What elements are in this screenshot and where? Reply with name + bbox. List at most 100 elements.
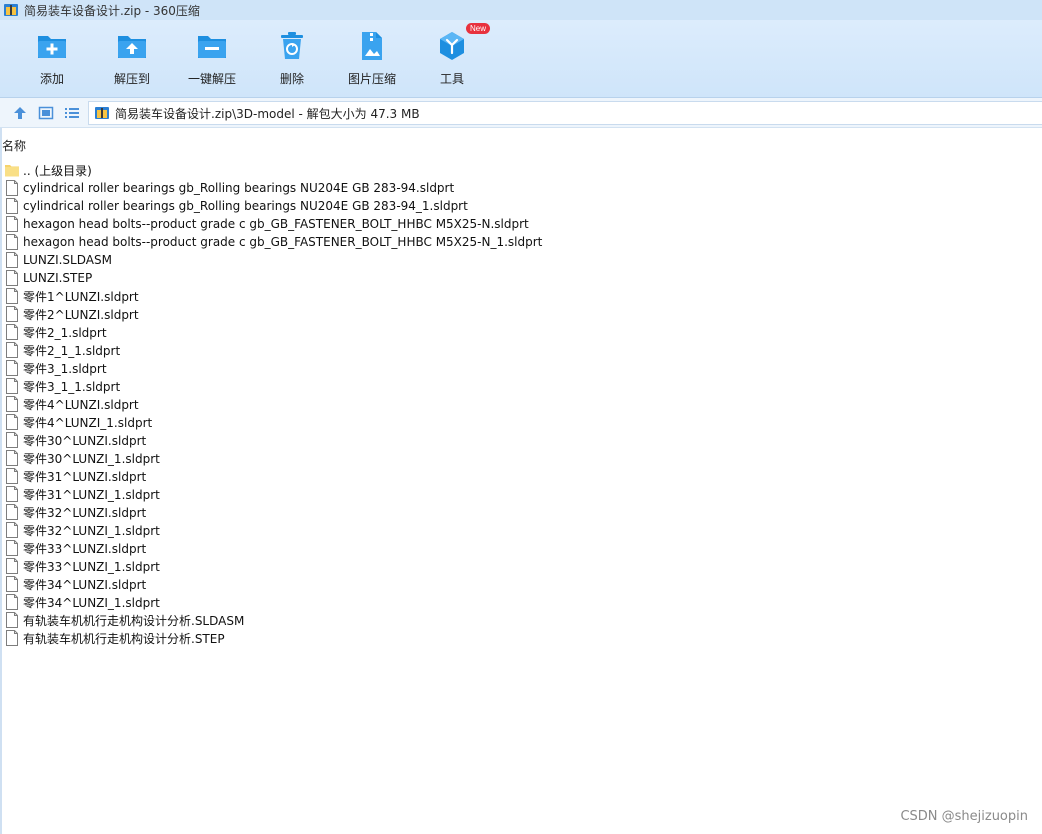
file-item[interactable]: 零件1^LUNZI.sldprt <box>5 287 1035 305</box>
file-item[interactable]: 零件4^LUNZI.sldprt <box>5 395 1035 413</box>
delete-icon <box>281 32 303 59</box>
file-item[interactable]: 零件32^LUNZI_1.sldprt <box>5 521 1035 539</box>
file-name: 零件3_1.sldprt <box>23 361 107 376</box>
watermark: CSDN @shejizuopin <box>900 809 1028 824</box>
delete-button-label: 删除 <box>279 72 304 86</box>
file-item[interactable]: 零件30^LUNZI_1.sldprt <box>5 449 1035 467</box>
file-icon <box>6 450 18 466</box>
file-item[interactable]: 零件30^LUNZI.sldprt <box>5 431 1035 449</box>
file-name: LUNZI.STEP <box>23 271 93 285</box>
file-item[interactable]: 零件4^LUNZI_1.sldprt <box>5 413 1035 431</box>
file-item[interactable]: cylindrical roller bearings gb_Rolling b… <box>5 179 1035 197</box>
file-item[interactable]: LUNZI.STEP <box>5 269 1035 287</box>
file-icon <box>6 288 18 304</box>
file-icon <box>6 234 18 250</box>
file-name: 零件2_1_1.sldprt <box>23 343 121 358</box>
file-name: 零件31^LUNZI_1.sldprt <box>23 487 160 502</box>
file-item[interactable]: 零件31^LUNZI.sldprt <box>5 467 1035 485</box>
file-name: 零件4^LUNZI.sldprt <box>23 397 139 412</box>
file-name: 零件30^LUNZI_1.sldprt <box>23 451 160 466</box>
file-icon <box>6 198 18 214</box>
file-icon <box>6 612 18 628</box>
file-name: 零件3_1_1.sldprt <box>23 379 121 394</box>
file-item[interactable]: 零件2_1_1.sldprt <box>5 341 1035 359</box>
new-badge: New <box>466 23 491 34</box>
file-item[interactable]: 零件34^LUNZI.sldprt <box>5 575 1035 593</box>
image-compress-button[interactable]: 图片压缩 <box>332 30 412 87</box>
file-name: 零件31^LUNZI.sldprt <box>23 469 147 484</box>
file-item[interactable]: LUNZI.SLDASM <box>5 251 1035 269</box>
file-icon <box>6 252 18 268</box>
file-name: 零件1^LUNZI.sldprt <box>23 289 139 304</box>
file-icon <box>6 378 18 394</box>
parent-folder-item[interactable]: .. (上级目录) <box>5 161 1035 179</box>
image-compress-icon <box>362 32 382 60</box>
extract-to-button[interactable]: 解压到 <box>92 30 172 87</box>
up-arrow-icon[interactable] <box>12 105 28 121</box>
file-list: .. (上级目录) cylindrical roller bearings gb_… <box>5 161 1035 647</box>
thumbnail-view-icon[interactable] <box>38 105 54 121</box>
image-compress-button-label: 图片压缩 <box>347 72 396 86</box>
one-click-extract-button[interactable]: 一键解压 <box>172 30 252 87</box>
add-button[interactable]: 添加 <box>12 30 92 87</box>
file-item[interactable]: 零件32^LUNZI.sldprt <box>5 503 1035 521</box>
file-item[interactable]: 零件33^LUNZI_1.sldprt <box>5 557 1035 575</box>
file-icon <box>6 324 18 340</box>
file-name: 零件33^LUNZI_1.sldprt <box>23 559 160 574</box>
file-item[interactable]: 有轨装车机机行走机构设计分析.STEP <box>5 629 1035 647</box>
file-item[interactable]: hexagon head bolts--product grade c gb_G… <box>5 215 1035 233</box>
archive-app-icon <box>4 4 18 16</box>
one-click-extract-button-label: 一键解压 <box>187 72 236 86</box>
file-item[interactable]: 零件34^LUNZI_1.sldprt <box>5 593 1035 611</box>
file-icon <box>6 468 18 484</box>
delete-button[interactable]: 删除 <box>252 30 332 87</box>
add-button-label: 添加 <box>39 72 64 86</box>
title-bar: 简易装车设备设计.zip - 360压缩 <box>0 0 1042 20</box>
tools-icon <box>440 32 464 60</box>
file-name: 零件34^LUNZI.sldprt <box>23 577 147 592</box>
file-icon <box>6 594 18 610</box>
file-name: LUNZI.SLDASM <box>23 253 112 267</box>
file-name: 零件32^LUNZI.sldprt <box>23 505 147 520</box>
file-item[interactable]: cylindrical roller bearings gb_Rolling b… <box>5 197 1035 215</box>
file-item[interactable]: 零件31^LUNZI_1.sldprt <box>5 485 1035 503</box>
list-view-icon[interactable] <box>64 105 80 121</box>
file-name: hexagon head bolts--product grade c gb_G… <box>23 235 543 249</box>
file-name: 零件2_1.sldprt <box>23 325 107 340</box>
path-box[interactable]: 简易装车设备设计.zip\3D-model - 解包大小为 47.3 MB <box>88 101 1042 125</box>
file-icon <box>6 486 18 502</box>
file-name: 零件34^LUNZI_1.sldprt <box>23 595 160 610</box>
file-icon <box>6 342 18 358</box>
file-name: 零件2^LUNZI.sldprt <box>23 307 139 322</box>
tools-button-label: 工具 <box>439 72 464 86</box>
tools-button[interactable]: New 工具 <box>412 23 492 87</box>
navigation-bar: 简易装车设备设计.zip\3D-model - 解包大小为 47.3 MB <box>0 98 1042 128</box>
file-item[interactable]: 零件3_1_1.sldprt <box>5 377 1035 395</box>
extract-to-button-label: 解压到 <box>113 72 150 86</box>
file-icon <box>6 432 18 448</box>
file-item[interactable]: 有轨装车机机行走机构设计分析.SLDASM <box>5 611 1035 629</box>
file-name: 零件4^LUNZI_1.sldprt <box>23 415 153 430</box>
folder-icon <box>5 165 19 177</box>
file-icon <box>6 504 18 520</box>
file-item[interactable]: hexagon head bolts--product grade c gb_G… <box>5 233 1035 251</box>
file-name: .. (上级目录) <box>23 163 92 178</box>
file-name: 零件30^LUNZI.sldprt <box>23 433 147 448</box>
file-item[interactable]: 零件3_1.sldprt <box>5 359 1035 377</box>
file-item[interactable]: 零件2^LUNZI.sldprt <box>5 305 1035 323</box>
file-name: cylindrical roller bearings gb_Rolling b… <box>23 181 455 195</box>
file-item[interactable]: 零件33^LUNZI.sldprt <box>5 539 1035 557</box>
file-icon <box>6 270 18 286</box>
file-item[interactable]: 零件2_1.sldprt <box>5 323 1035 341</box>
file-icon <box>6 360 18 376</box>
file-list-panel: 名称 .. (上级目录) cylindrical roller bearings … <box>0 128 1042 834</box>
file-icon <box>6 558 18 574</box>
path-text: 简易装车设备设计.zip\3D-model - 解包大小为 47.3 MB <box>115 106 420 121</box>
file-name: 零件33^LUNZI.sldprt <box>23 541 147 556</box>
window-title: 简易装车设备设计.zip - 360压缩 <box>24 3 200 18</box>
toolbar: 添加 解压到 一键解压 删除 图片压缩 New 工具 <box>0 20 1042 98</box>
file-icon <box>6 180 18 196</box>
one-click-extract-icon <box>198 36 226 58</box>
file-icon <box>6 630 18 646</box>
column-header-name[interactable]: 名称 <box>2 137 26 154</box>
